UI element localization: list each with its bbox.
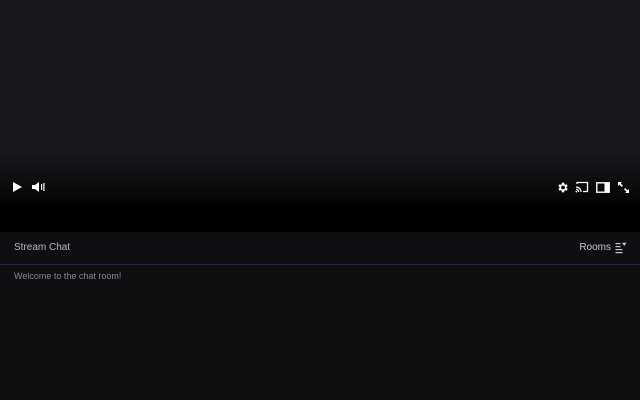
play-icon <box>13 182 22 192</box>
app-root: Stream Chat Rooms Welcome to the chat ro… <box>0 0 640 400</box>
rooms-button[interactable]: Rooms <box>579 240 627 256</box>
chat-message-list: Welcome to the chat room! <box>0 265 640 400</box>
player-bottom-bar <box>0 205 640 232</box>
volume-icon <box>32 182 45 192</box>
video-player[interactable] <box>0 0 640 232</box>
chat-title: Stream Chat <box>14 242 71 253</box>
theatre-mode-button[interactable] <box>592 176 614 198</box>
chat-header: Stream Chat Rooms <box>0 232 640 265</box>
player-controls <box>0 176 640 198</box>
volume-button[interactable] <box>27 176 49 198</box>
rooms-label: Rooms <box>579 242 611 253</box>
cast-icon <box>575 181 589 193</box>
gear-icon <box>557 182 568 192</box>
settings-button[interactable] <box>551 176 573 198</box>
fullscreen-icon <box>617 181 629 193</box>
theatre-mode-icon <box>596 181 610 193</box>
fullscreen-button[interactable] <box>612 176 634 198</box>
cast-button[interactable] <box>571 176 593 198</box>
rooms-list-icon <box>615 242 627 254</box>
chat-welcome-message: Welcome to the chat room! <box>14 271 122 281</box>
play-button[interactable] <box>6 176 28 198</box>
